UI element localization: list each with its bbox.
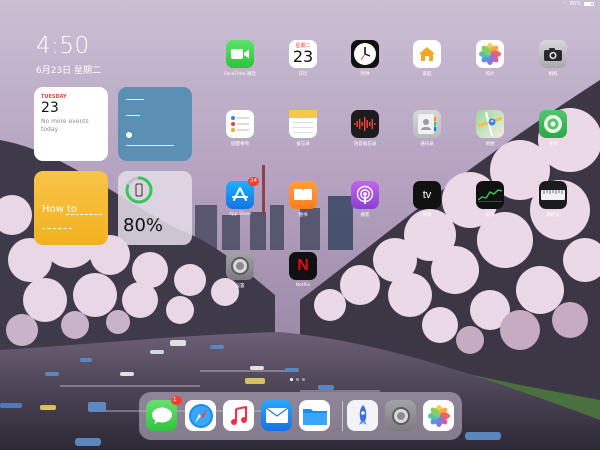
battery-icon — [584, 2, 594, 6]
voice-memos-icon — [351, 110, 379, 138]
measure-icon — [539, 181, 567, 209]
app-label: 提醒事项 — [231, 142, 249, 147]
notification-badge: 24 — [248, 177, 259, 186]
app-label: 查找 — [548, 142, 558, 147]
app-facetime[interactable]: FaceTime 通話 — [212, 40, 268, 96]
page-dot — [296, 378, 299, 381]
app-label: 相机 — [548, 72, 558, 77]
screen-time-line — [126, 145, 174, 146]
settings-icon — [226, 252, 254, 280]
stocks-icon — [476, 181, 504, 209]
dock-music[interactable] — [223, 400, 254, 431]
app-label: 时钟 — [360, 72, 370, 77]
screen-time-line — [126, 99, 144, 100]
dock-safari[interactable] — [185, 400, 216, 431]
tips-widget[interactable]: How to — [34, 171, 108, 245]
app-reminders[interactable]: 提醒事项 — [212, 110, 268, 166]
tips-widget-line — [66, 214, 102, 215]
battery-percent: 80% — [569, 1, 581, 7]
home-icon — [413, 40, 441, 68]
app-find-my[interactable]: 查找 — [525, 110, 581, 166]
app-settings[interactable]: 设置 — [212, 252, 268, 308]
dock-rocket[interactable] — [347, 400, 378, 431]
find-my-icon — [539, 110, 567, 138]
calendar-widget-date: 23 — [41, 100, 59, 116]
screen-time-widget[interactable] — [118, 87, 192, 161]
books-icon — [289, 181, 317, 209]
app-voice-memos[interactable]: 语音备忘录 — [337, 110, 393, 166]
clock-time: 4:50 — [36, 33, 90, 59]
app-label: 股市 — [485, 213, 495, 218]
app-stocks[interactable]: 股市 — [462, 181, 518, 237]
app-camera[interactable]: 相机 — [525, 40, 581, 96]
app-app-store[interactable]: 24 App Store — [212, 177, 268, 237]
dock-messages[interactable]: 1 — [146, 396, 182, 431]
app-store-icon: 24 — [226, 177, 259, 209]
app-label: 家庭 — [422, 72, 432, 77]
notification-badge: 1 — [171, 396, 182, 405]
app-label: 测距仪 — [546, 213, 560, 218]
app-label: 设置 — [235, 284, 245, 289]
dock-separator — [342, 401, 343, 431]
app-measure[interactable]: 测距仪 — [525, 181, 581, 237]
dock-photos[interactable] — [423, 400, 454, 431]
battery-widget-percent: 80% — [123, 215, 164, 236]
battery-ring-icon — [125, 176, 153, 204]
app-label: 视频 — [422, 213, 432, 218]
dock-settings[interactable] — [385, 400, 416, 431]
app-label: Netflix — [295, 283, 311, 288]
dock-files[interactable] — [299, 400, 330, 431]
netflix-glyph: N — [297, 257, 309, 274]
tv-icon: tv — [413, 181, 441, 209]
netflix-icon: N — [289, 252, 317, 280]
app-tv[interactable]: tv 视频 — [399, 181, 455, 237]
app-label: 地图 — [485, 142, 495, 147]
reminders-icon — [226, 110, 254, 138]
tips-widget-line — [42, 228, 72, 229]
app-calendar[interactable]: 星期二 23 日历 — [275, 40, 331, 96]
screen-time-dot — [126, 132, 132, 138]
podcasts-icon — [351, 181, 379, 209]
dock-mail[interactable] — [261, 400, 292, 431]
tv-glyph: tv — [422, 189, 432, 201]
clock-date: 6月23日 星期二 — [36, 66, 102, 76]
app-label: 播客 — [360, 213, 370, 218]
camera-icon — [539, 40, 567, 68]
app-label: 照片 — [485, 72, 495, 77]
app-photos[interactable]: 照片 — [462, 40, 518, 96]
dock: 1 — [139, 392, 462, 440]
calendar-icon: 星期二 23 — [289, 40, 317, 68]
app-label: 通讯录 — [420, 142, 434, 147]
app-label: 日历 — [298, 72, 308, 77]
batteries-widget[interactable]: 80% — [118, 171, 192, 245]
page-dot — [290, 378, 293, 381]
wifi-icon: ◠ — [562, 1, 567, 7]
app-books[interactable]: 图书 — [275, 181, 331, 237]
calendar-widget-events: No more events today — [41, 118, 89, 134]
notes-icon — [289, 110, 317, 138]
app-label: FaceTime 通話 — [224, 72, 256, 77]
app-home[interactable]: 家庭 — [399, 40, 455, 96]
photos-icon — [476, 40, 504, 68]
app-contacts[interactable]: 通讯录 — [399, 110, 455, 166]
clock-icon — [351, 40, 379, 68]
app-label: 备忘录 — [296, 142, 310, 147]
status-bar: ◠ 80% — [562, 1, 594, 7]
app-clock[interactable]: 时钟 — [337, 40, 393, 96]
maps-icon — [476, 110, 504, 138]
facetime-icon — [226, 40, 254, 68]
app-label: 图书 — [298, 213, 308, 218]
app-maps[interactable]: 地图 — [462, 110, 518, 166]
app-netflix[interactable]: N Netflix — [275, 252, 331, 308]
page-indicator[interactable] — [290, 378, 305, 381]
app-podcasts[interactable]: 播客 — [337, 181, 393, 237]
calendar-widget[interactable]: TUESDAY 23 No more events today — [34, 87, 108, 161]
app-notes[interactable]: 备忘录 — [275, 110, 331, 166]
page-dot — [302, 378, 305, 381]
app-label: App Store — [228, 212, 252, 217]
contacts-icon — [413, 110, 441, 138]
app-label: 语音备忘录 — [353, 142, 377, 147]
calendar-icon-day: 23 — [292, 46, 314, 66]
screen-time-line — [126, 115, 140, 116]
